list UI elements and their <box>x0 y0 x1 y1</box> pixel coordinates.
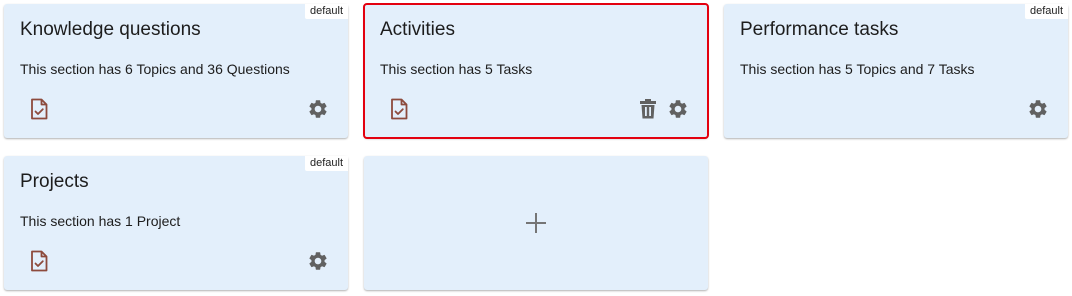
default-badge: default <box>304 156 348 171</box>
add-section-card[interactable] <box>364 156 708 290</box>
section-title: Projects <box>20 171 89 192</box>
section-description: This section has 6 Topics and 36 Questio… <box>20 61 290 77</box>
doc-check-icon[interactable] <box>27 97 51 121</box>
gear-icon[interactable] <box>306 249 330 273</box>
section-description: This section has 5 Topics and 7 Tasks <box>740 61 975 77</box>
section-card-knowledge-questions[interactable]: default Knowledge questions This section… <box>4 4 348 138</box>
section-title: Performance tasks <box>740 19 899 40</box>
section-card-performance-tasks[interactable]: default Performance tasks This section h… <box>724 4 1068 138</box>
section-card-activities[interactable]: Activities This section has 5 Tasks <box>363 3 709 139</box>
gear-icon[interactable] <box>666 97 690 121</box>
trash-icon[interactable] <box>636 97 660 121</box>
section-description: This section has 1 Project <box>20 213 181 229</box>
doc-check-icon[interactable] <box>387 97 411 121</box>
doc-check-icon[interactable] <box>27 249 51 273</box>
section-card-projects[interactable]: default Projects This section has 1 Proj… <box>4 156 348 290</box>
gear-icon[interactable] <box>306 97 330 121</box>
section-title: Activities <box>380 19 455 40</box>
gear-icon[interactable] <box>1026 97 1050 121</box>
section-description: This section has 5 Tasks <box>380 61 533 77</box>
plus-icon <box>525 212 547 234</box>
section-title: Knowledge questions <box>20 19 201 40</box>
default-badge: default <box>1024 4 1068 19</box>
default-badge: default <box>304 4 348 19</box>
